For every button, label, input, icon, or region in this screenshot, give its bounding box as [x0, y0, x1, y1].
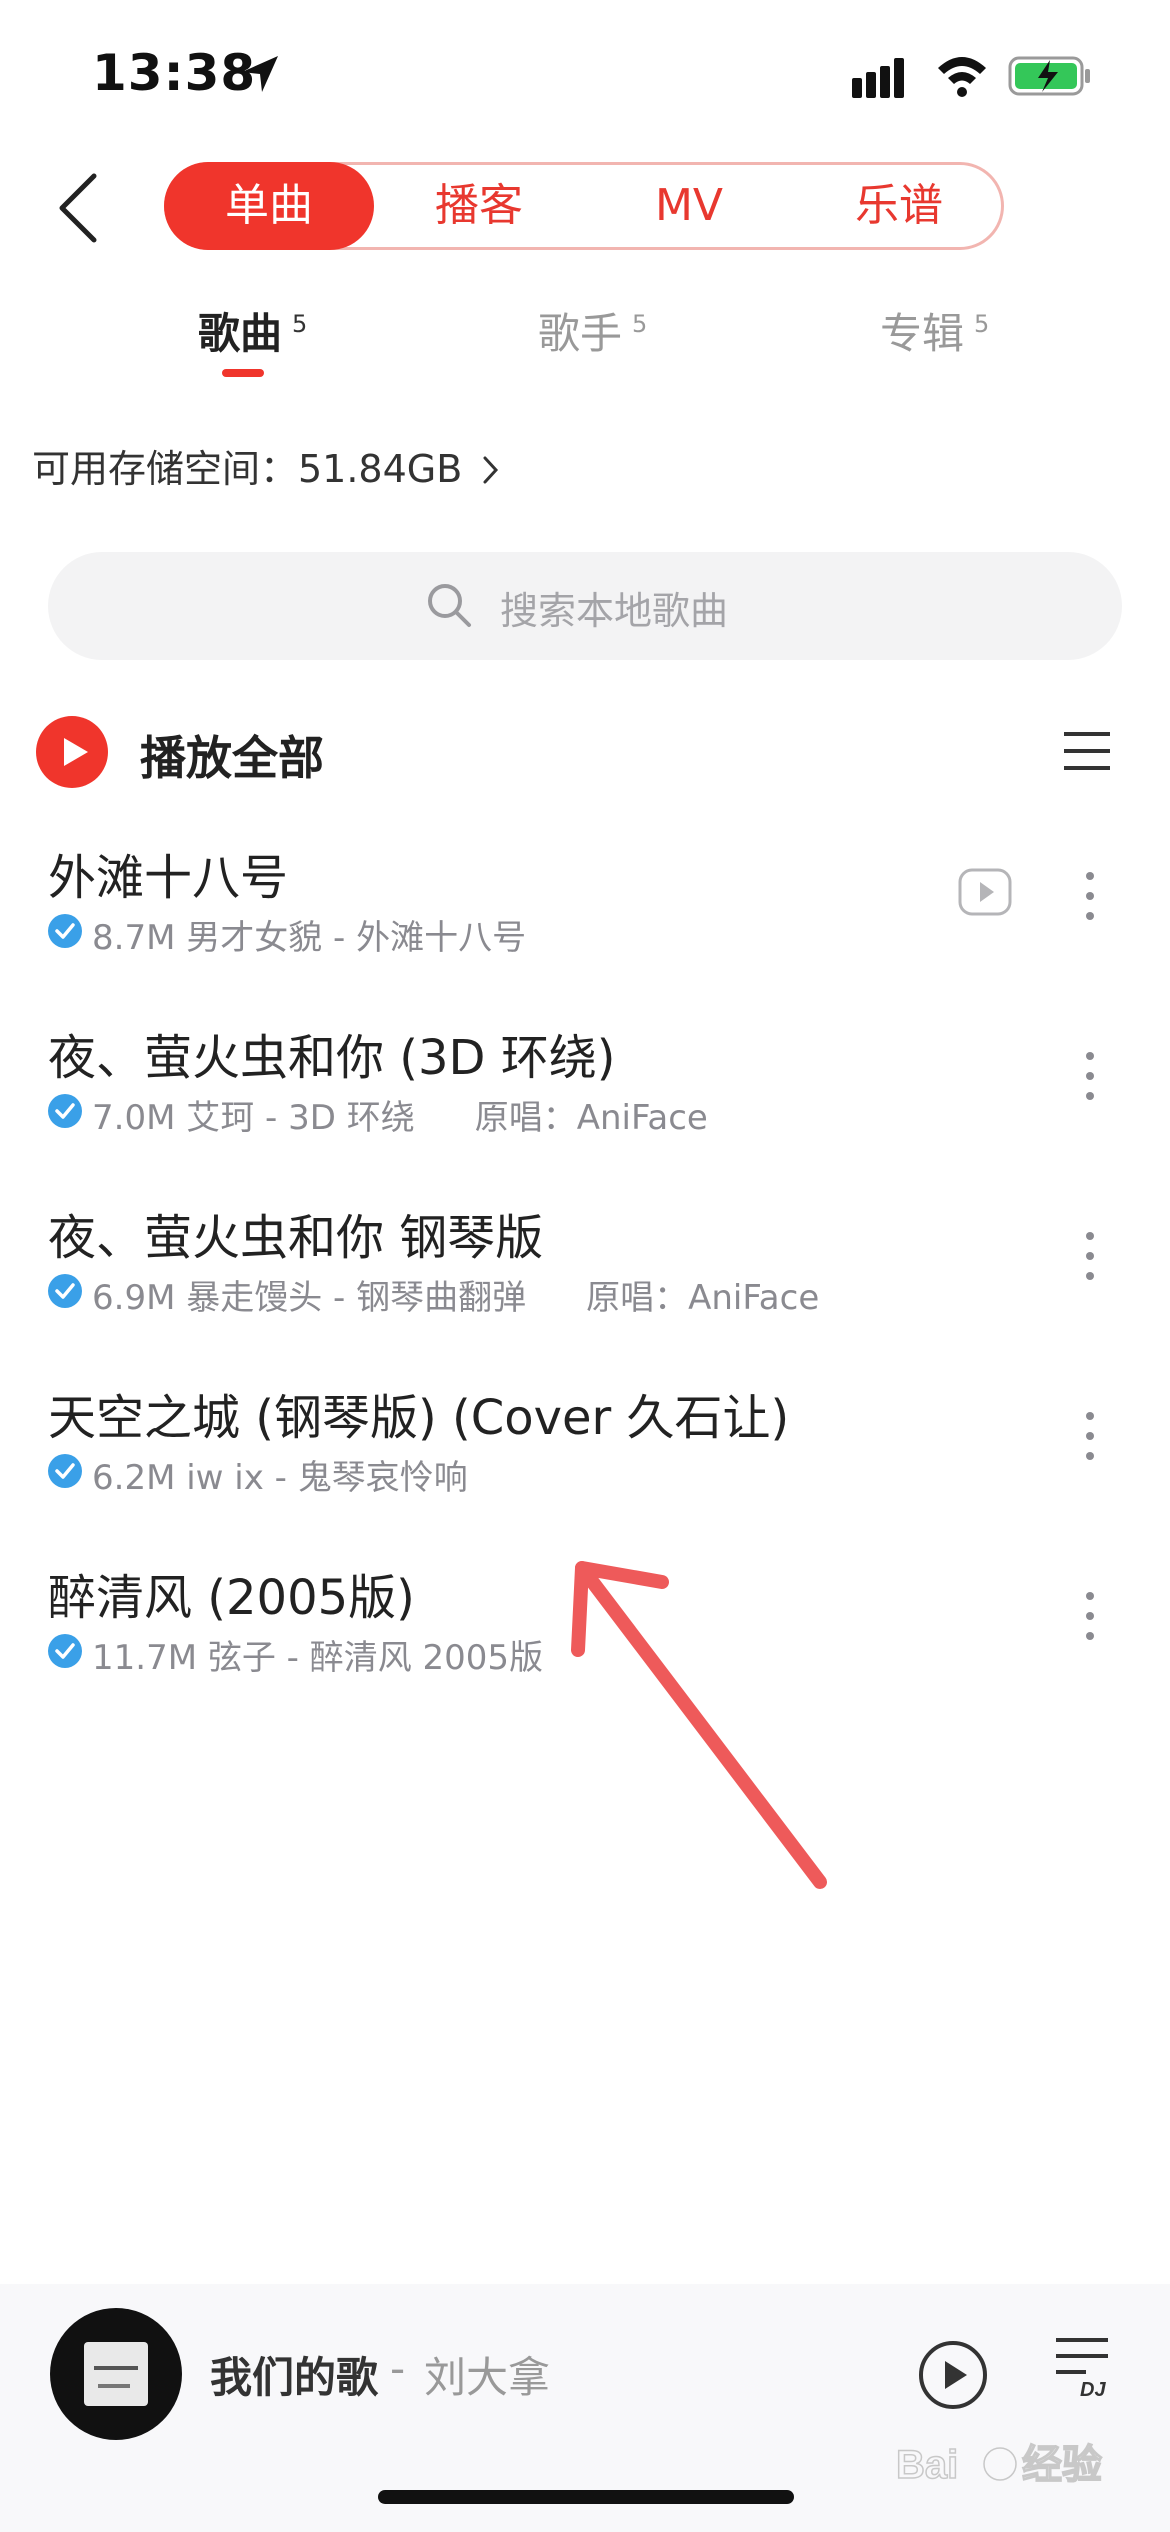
more-vertical-icon[interactable]: [1078, 1408, 1102, 1464]
list-item[interactable]: 夜、萤火虫和你 (3D 环绕) 7.0M 艾珂 - 3D 环绕 原唱：AniFac…: [0, 1018, 1170, 1198]
list-item[interactable]: 外滩十八号 8.7M 男才女貌 - 外滩十八号: [0, 838, 1170, 1018]
list-menu-icon[interactable]: [1062, 726, 1112, 776]
mv-play-icon[interactable]: [958, 868, 1012, 916]
song-meta-text: 11.7M 弦子 - 醉清风 2005版: [92, 1638, 544, 1678]
tab-mv[interactable]: MV: [584, 162, 794, 250]
subtab-albums-label: 专辑: [880, 309, 965, 358]
song-meta-text: 6.9M 暴走馒头 - 钢琴曲翻弹: [92, 1278, 527, 1318]
song-meta: 7.0M 艾珂 - 3D 环绕 原唱：AniFace: [92, 1090, 708, 1139]
battery-charging-icon: [1008, 56, 1090, 96]
more-vertical-icon[interactable]: [1078, 1048, 1102, 1104]
subtab-albums[interactable]: 专辑 5: [880, 300, 989, 361]
home-indicator[interactable]: [378, 2490, 794, 2504]
chevron-right-icon: [483, 456, 499, 484]
player-artist: 刘大拿: [424, 2353, 551, 2402]
album-art[interactable]: [50, 2308, 182, 2440]
active-tab-indicator: [222, 369, 264, 377]
verified-check-icon: [48, 1454, 82, 1488]
song-original-singer: 原唱：AniFace: [586, 1278, 820, 1318]
svg-text:Bai: Bai: [896, 2443, 958, 2487]
song-meta-text: 7.0M 艾珂 - 3D 环绕: [92, 1098, 415, 1138]
more-vertical-icon[interactable]: [1078, 1228, 1102, 1284]
song-meta: 8.7M 男才女貌 - 外滩十八号: [92, 910, 526, 959]
subtab-albums-count: 5: [974, 310, 990, 338]
song-title: 天空之城 (钢琴版) (Cover 久石让): [48, 1390, 790, 1446]
subtab-artists-label: 歌手: [538, 309, 623, 358]
tab-sheet-music[interactable]: 乐谱: [794, 162, 1004, 250]
subtab-songs-count: 5: [292, 310, 308, 338]
svg-text:经验: 经验: [1022, 2443, 1102, 2487]
list-item[interactable]: 天空之城 (钢琴版) (Cover 久石让) 6.2M iw ix - 鬼琴哀怜…: [0, 1378, 1170, 1558]
tab-podcasts[interactable]: 播客: [374, 162, 584, 250]
song-title: 外滩十八号: [48, 850, 289, 906]
verified-check-icon: [48, 1274, 82, 1308]
play-all-button[interactable]: 播放全部: [140, 722, 324, 788]
more-vertical-icon[interactable]: [1078, 1588, 1102, 1644]
more-vertical-icon[interactable]: [1078, 868, 1102, 924]
song-title: 夜、萤火虫和你 钢琴版: [48, 1210, 544, 1266]
subtab-artists-count: 5: [632, 310, 648, 338]
signal-icon: [852, 58, 904, 98]
player-song-title: 我们的歌: [210, 2353, 379, 2402]
storage-text: 可用存储空间：51.84GB: [32, 447, 463, 491]
search-input[interactable]: 搜索本地歌曲: [48, 552, 1122, 660]
category-tabs: 单曲 播客 MV 乐谱: [164, 162, 1004, 250]
verified-check-icon: [48, 1094, 82, 1128]
list-item[interactable]: 夜、萤火虫和你 钢琴版 6.9M 暴走馒头 - 钢琴曲翻弹 原唱：AniFace: [0, 1198, 1170, 1378]
status-time: 13:38: [92, 44, 257, 102]
verified-check-icon: [48, 914, 82, 948]
play-icon[interactable]: [918, 2340, 988, 2410]
song-meta: 6.2M iw ix - 鬼琴哀怜响: [92, 1450, 468, 1499]
subtab-songs[interactable]: 歌曲 5: [198, 300, 307, 361]
location-icon: [242, 56, 278, 92]
status-bar: 13:38: [0, 0, 1170, 150]
play-all-icon[interactable]: [36, 716, 108, 788]
annotation-arrow: [571, 1561, 827, 1889]
subtab-songs-label: 歌曲: [198, 309, 283, 358]
search-icon: [428, 584, 471, 627]
wifi-icon: [938, 57, 986, 97]
storage-link[interactable]: 可用存储空间：51.84GB: [32, 438, 502, 493]
verified-check-icon: [48, 1634, 82, 1668]
song-title: 夜、萤火虫和你 (3D 环绕): [48, 1030, 616, 1086]
subtab-artists[interactable]: 歌手 5: [538, 300, 647, 361]
song-original-singer: 原唱：AniFace: [474, 1098, 708, 1138]
player-separator: -: [390, 2344, 406, 2393]
song-meta-text: 8.7M 男才女貌 - 外滩十八号: [92, 918, 527, 958]
song-meta: 6.9M 暴走馒头 - 钢琴曲翻弹 原唱：AniFace: [92, 1270, 819, 1319]
playlist-dj-icon[interactable]: DJ: [1052, 2332, 1116, 2410]
song-meta-text: 6.2M iw ix - 鬼琴哀怜响: [92, 1458, 468, 1498]
song-meta: 11.7M 弦子 - 醉清风 2005版: [92, 1630, 543, 1679]
tab-singles[interactable]: 单曲: [164, 162, 374, 250]
back-icon[interactable]: [54, 172, 104, 244]
album-cover: [84, 2342, 148, 2406]
baidu-watermark: Bai 经验: [896, 2442, 1103, 2488]
song-title: 醉清风 (2005版): [48, 1570, 415, 1626]
svg-text:DJ: DJ: [1080, 2379, 1106, 2401]
search-placeholder: 搜索本地歌曲: [500, 589, 729, 633]
